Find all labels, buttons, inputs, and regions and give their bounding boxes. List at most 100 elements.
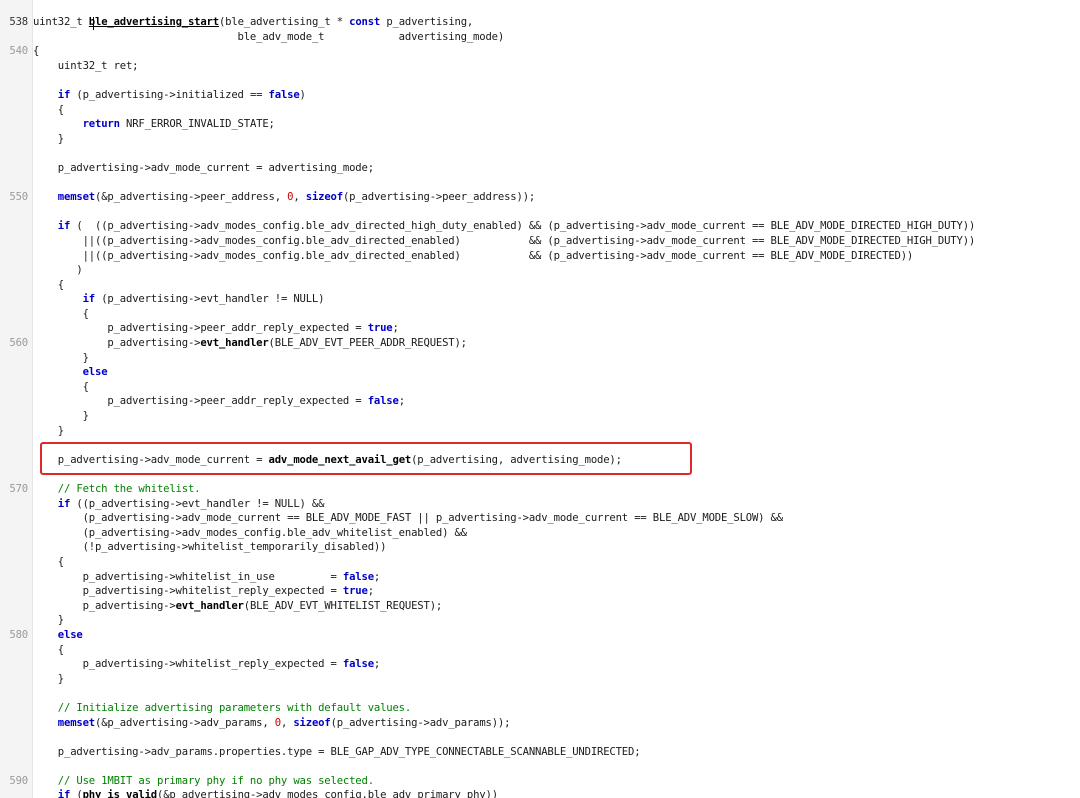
code-line[interactable]: {: [0, 380, 1080, 395]
code-text: if (phy_is_valid(&p_advertising->adv_mod…: [33, 788, 498, 798]
code-line[interactable]: if ( ((p_advertising->adv_modes_config.b…: [0, 219, 1080, 234]
code-line[interactable]: [0, 146, 1080, 161]
code-line[interactable]: if (phy_is_valid(&p_advertising->adv_mod…: [0, 788, 1080, 798]
code-token: ,: [293, 191, 306, 204]
code-token: ,: [280, 716, 294, 729]
code-line[interactable]: 550 memset(&p_advertising->peer_address,…: [0, 190, 1080, 205]
code-line[interactable]: }: [0, 132, 1080, 147]
code-line[interactable]: [0, 73, 1080, 88]
code-line[interactable]: return NRF_ERROR_INVALID_STATE;: [0, 117, 1080, 132]
code-line[interactable]: p_advertising->adv_mode_current = advert…: [0, 161, 1080, 176]
keyword-token: sizeof: [305, 191, 343, 204]
code-text: ||((p_advertising->adv_modes_config.ble_…: [33, 249, 914, 264]
keyword-token: if: [57, 220, 71, 233]
code-line[interactable]: 538 uint32_t ble_advertising_start(ble_ad…: [0, 15, 1080, 30]
code-line[interactable]: 560 p_advertising->evt_handler(BLE_ADV_E…: [0, 336, 1080, 351]
code-text: {: [33, 278, 64, 293]
code-token: {: [33, 103, 64, 116]
code-line[interactable]: }: [0, 424, 1080, 439]
code-line[interactable]: ||((p_advertising->adv_modes_config.ble_…: [0, 234, 1080, 249]
code-line[interactable]: if ((p_advertising->evt_handler != NULL)…: [0, 497, 1080, 512]
code-line[interactable]: // Initialize advertising parameters wit…: [0, 701, 1080, 716]
keyword-token: return: [82, 118, 120, 131]
code-line[interactable]: (p_advertising->adv_mode_current == BLE_…: [0, 511, 1080, 526]
line-number: 560: [9, 337, 28, 350]
code-line[interactable]: }: [0, 351, 1080, 366]
code-line[interactable]: ||((p_advertising->adv_modes_config.ble_…: [0, 249, 1080, 264]
code-line[interactable]: uint32_t ret;: [0, 59, 1080, 74]
code-line[interactable]: [0, 686, 1080, 701]
code-line[interactable]: p_advertising->adv_params.properties.typ…: [0, 745, 1080, 760]
code-line[interactable]: else: [0, 365, 1080, 380]
line-number: 580: [9, 628, 28, 641]
code-line[interactable]: p_advertising->whitelist_reply_expected …: [0, 657, 1080, 672]
comment-token: // Initialize advertising parameters wit…: [33, 701, 412, 714]
code-editor[interactable]: 538 uint32_t ble_advertising_start(ble_ad…: [0, 0, 1080, 798]
code-line[interactable]: p_advertising->whitelist_in_use = false;: [0, 570, 1080, 585]
code-line[interactable]: (!p_advertising->whitelist_temporarily_d…: [0, 540, 1080, 555]
code-line[interactable]: {: [0, 307, 1080, 322]
code-text: memset(&p_advertising->peer_address, 0, …: [33, 190, 535, 205]
code-line[interactable]: {: [0, 103, 1080, 118]
code-token: (p_advertising->evt_handler != NULL): [95, 293, 325, 306]
code-text: memset(&p_advertising->adv_params, 0, si…: [33, 716, 511, 731]
function-name-token: evt_handler: [200, 337, 269, 350]
code-line[interactable]: p_advertising->whitelist_reply_expected …: [0, 584, 1080, 599]
code-token: ): [33, 264, 83, 277]
code-text: if (p_advertising->evt_handler != NULL): [33, 292, 325, 307]
code-text: }: [33, 132, 64, 147]
code-line[interactable]: [0, 730, 1080, 745]
code-token: (ble_advertising_t *: [218, 16, 350, 28]
code-text: {: [33, 307, 89, 322]
code-line[interactable]: if (p_advertising->evt_handler != NULL): [0, 292, 1080, 307]
code-line[interactable]: 540 {: [0, 44, 1080, 59]
code-text: // Fetch the whitelist.: [33, 482, 201, 497]
code-line[interactable]: (p_advertising->adv_modes_config.ble_adv…: [0, 526, 1080, 541]
code-line[interactable]: {: [0, 643, 1080, 658]
line-number: 550: [9, 191, 28, 204]
code-line[interactable]: 570 // Fetch the whitelist.: [0, 482, 1080, 497]
code-text: (!p_advertising->whitelist_temporarily_d…: [33, 540, 387, 555]
code-token: ): [299, 88, 306, 101]
code-line[interactable]: }: [0, 613, 1080, 628]
code-text: else: [33, 365, 108, 380]
keyword-token: false: [268, 88, 300, 101]
code-token: }: [33, 614, 64, 627]
highlight-annotation-box: [40, 442, 692, 475]
code-line[interactable]: memset(&p_advertising->adv_params, 0, si…: [0, 716, 1080, 731]
code-token: {: [33, 307, 89, 320]
code-line[interactable]: }: [0, 672, 1080, 687]
code-token: ;: [367, 585, 374, 598]
code-line[interactable]: p_advertising->peer_addr_reply_expected …: [0, 321, 1080, 336]
code-token: p_advertising->: [33, 599, 176, 612]
code-text: else: [33, 628, 83, 643]
code-line[interactable]: }: [0, 409, 1080, 424]
code-line[interactable]: [0, 205, 1080, 220]
code-token: ( ((p_advertising->adv_modes_config.ble_…: [70, 220, 976, 233]
code-text: {: [33, 555, 64, 570]
comment-token: // Fetch the whitelist.: [33, 483, 201, 495]
code-token: NRF_ERROR_INVALID_STATE;: [119, 118, 275, 131]
code-line[interactable]: if (p_advertising->initialized == false): [0, 88, 1080, 103]
code-line[interactable]: 580 else: [0, 628, 1080, 643]
code-line[interactable]: [0, 759, 1080, 774]
code-area[interactable]: 538 uint32_t ble_advertising_start(ble_ad…: [0, 15, 1080, 798]
keyword-token: const: [349, 16, 381, 28]
code-line[interactable]: {: [0, 555, 1080, 570]
code-token: p_advertising->adv_mode_current = advert…: [33, 161, 374, 174]
code-line[interactable]: {: [0, 278, 1080, 293]
code-line[interactable]: [0, 176, 1080, 191]
code-line[interactable]: ): [0, 263, 1080, 278]
code-text: }: [33, 613, 64, 628]
code-text: ): [33, 263, 83, 278]
code-text: p_advertising->evt_handler(BLE_ADV_EVT_W…: [33, 599, 443, 614]
code-token: ;: [398, 395, 405, 408]
code-line[interactable]: p_advertising->evt_handler(BLE_ADV_EVT_W…: [0, 599, 1080, 614]
code-line[interactable]: 590 // Use 1MBIT as primary phy if no ph…: [0, 774, 1080, 789]
code-line[interactable]: ble_adv_mode_t advertising_mode): [0, 30, 1080, 45]
code-line[interactable]: p_advertising->peer_addr_reply_expected …: [0, 394, 1080, 409]
